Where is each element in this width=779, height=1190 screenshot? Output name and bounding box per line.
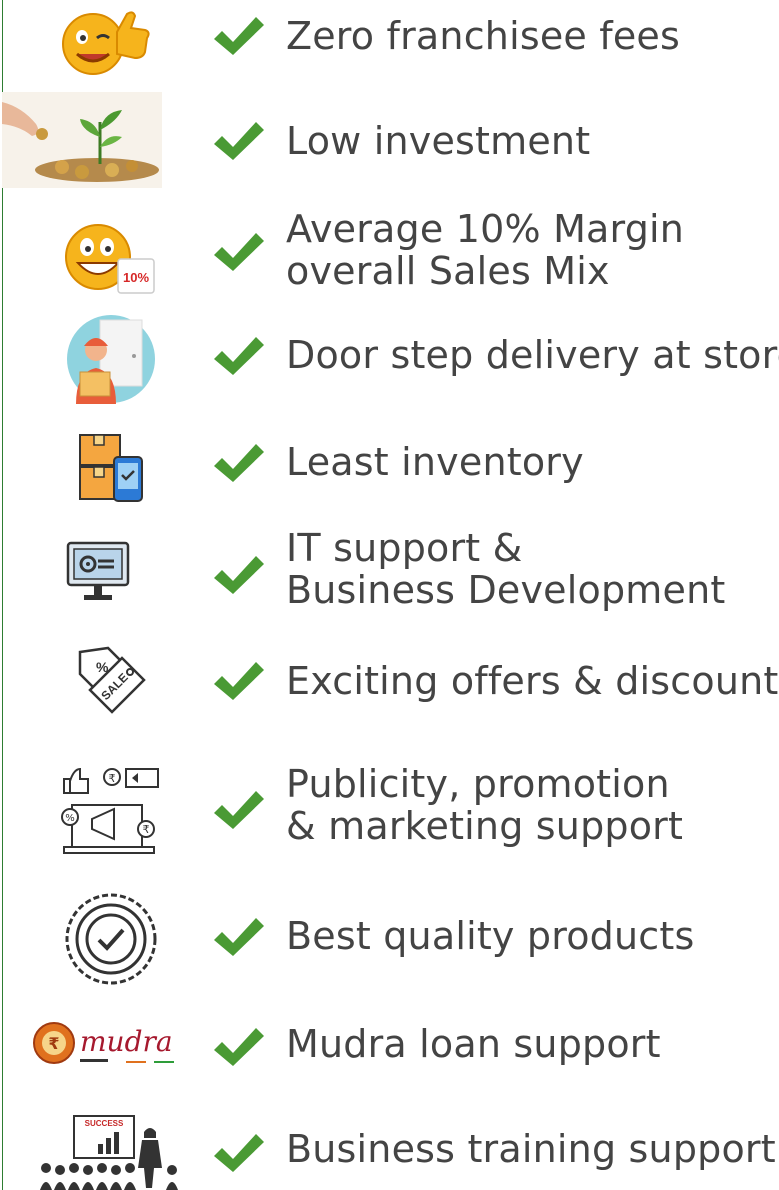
discount-tag-text: 10% bbox=[123, 270, 149, 285]
benefit-label: Least inventory bbox=[286, 440, 584, 484]
check-icon bbox=[214, 337, 264, 375]
benefit-label: IT support & Business Development bbox=[286, 526, 726, 612]
quality-check-seal-icon bbox=[64, 892, 158, 986]
svg-text:%: % bbox=[65, 813, 75, 824]
check-icon bbox=[214, 556, 264, 594]
svg-text:₹: ₹ bbox=[143, 823, 150, 836]
check-icon bbox=[214, 662, 264, 700]
check-icon bbox=[214, 17, 264, 55]
benefit-row-training: SUCCESS Business training support bbox=[0, 1100, 779, 1190]
benefit-label: Mudra loan support bbox=[286, 1022, 661, 1066]
benefit-row-marketing: ₹ % ₹ Publicity, promotion & marketing s… bbox=[0, 755, 779, 865]
benefit-row-low-investment: Low investment bbox=[0, 90, 779, 190]
marketing-megaphone-laptop-icon: ₹ % ₹ bbox=[58, 761, 162, 861]
svg-text:₹: ₹ bbox=[48, 1034, 59, 1053]
benefit-label: Door step delivery at store bbox=[286, 333, 779, 377]
benefit-label: Best quality products bbox=[286, 914, 695, 958]
svg-text:mudra: mudra bbox=[80, 1025, 173, 1058]
check-icon bbox=[214, 791, 264, 829]
benefit-row-it-support: IT support & Business Development bbox=[0, 525, 779, 625]
winking-smiley-thumbs-up-icon bbox=[55, 2, 155, 78]
computer-settings-icon bbox=[66, 539, 132, 605]
smiley-discount-tag-icon: 10% bbox=[62, 217, 158, 297]
check-icon bbox=[214, 122, 264, 160]
check-icon bbox=[214, 1134, 264, 1172]
svg-text:₹: ₹ bbox=[109, 772, 116, 785]
benefit-row-mudra: ₹ mudra Mudra loan support bbox=[0, 1005, 779, 1095]
sale-tag-icon: % SALE bbox=[74, 644, 148, 718]
benefit-row-delivery: Door step delivery at store bbox=[0, 310, 779, 405]
benefit-row-quality: Best quality products bbox=[0, 890, 779, 990]
benefit-row-margin: 10% Average 10% Margin overall Sales Mix bbox=[0, 205, 779, 305]
check-icon bbox=[214, 1028, 264, 1066]
benefit-label: Business training support bbox=[286, 1127, 776, 1171]
business-training-presentation-icon: SUCCESS bbox=[38, 1110, 182, 1190]
delivery-person-door-icon bbox=[66, 314, 156, 404]
benefit-row-offers: % SALE Exciting offers & discounts bbox=[0, 640, 779, 720]
check-icon bbox=[214, 444, 264, 482]
benefit-label: Average 10% Margin overall Sales Mix bbox=[286, 207, 685, 293]
benefit-label: Publicity, promotion & marketing support bbox=[286, 762, 684, 848]
check-icon bbox=[214, 918, 264, 956]
inventory-boxes-phone-icon bbox=[78, 433, 146, 503]
check-icon bbox=[214, 233, 264, 271]
mudra-logo-icon: ₹ mudra bbox=[30, 1015, 186, 1075]
benefit-label: Exciting offers & discounts bbox=[286, 659, 779, 703]
benefit-row-inventory: Least inventory bbox=[0, 425, 779, 505]
benefit-row-zero-fees: Zero franchisee fees bbox=[0, 0, 779, 80]
success-slide-text: SUCCESS bbox=[85, 1119, 124, 1128]
benefit-label: Zero franchisee fees bbox=[286, 14, 681, 58]
money-plant-coins-icon bbox=[2, 92, 162, 188]
benefit-label: Low investment bbox=[286, 119, 591, 163]
